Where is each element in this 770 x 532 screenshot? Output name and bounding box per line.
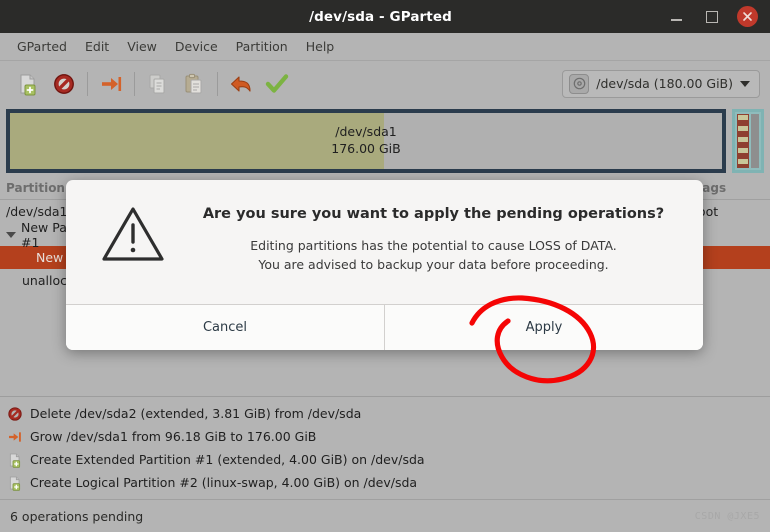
cancel-button[interactable]: Cancel	[66, 305, 384, 350]
apply-button[interactable]	[259, 67, 295, 101]
apply-confirmation-dialog: Are you sure you want to apply the pendi…	[66, 180, 703, 350]
minimize-icon	[670, 19, 682, 21]
device-selector[interactable]: /dev/sda (180.00 GiB)	[562, 69, 760, 98]
chevron-down-icon	[740, 80, 750, 87]
toolbar-separator-3	[217, 71, 218, 96]
operation-text: Create Logical Partition #2 (linux-swap,…	[30, 475, 418, 490]
toolbar-separator-1	[87, 71, 88, 96]
menu-view[interactable]: View	[118, 36, 166, 57]
dialog-message-line-1: Editing partitions has the potential to …	[250, 238, 617, 253]
copy-icon	[149, 74, 165, 93]
operation-text: Grow /dev/sda1 from 96.18 GiB to 176.00 …	[30, 429, 317, 444]
dialog-message-line-2: You are advised to backup your data befo…	[258, 257, 609, 273]
device-selector-label: /dev/sda (180.00 GiB)	[596, 76, 733, 91]
maximize-icon	[706, 10, 718, 23]
menu-help[interactable]: Help	[297, 36, 344, 57]
pending-operations-list: Delete /dev/sda2 (extended, 3.81 GiB) fr…	[0, 396, 770, 499]
watermark: CSDN @JXE5	[694, 510, 760, 522]
resize-move-button[interactable]	[93, 67, 129, 101]
dialog-text-block: Are you sure you want to apply the pendi…	[192, 204, 675, 294]
gparted-window: /dev/sda - GParted GParted Edit View Dev…	[0, 0, 770, 532]
toolbar-separator-2	[134, 71, 135, 96]
title-bar: /dev/sda - GParted	[0, 0, 770, 33]
close-button[interactable]	[737, 6, 758, 27]
list-item[interactable]: Grow /dev/sda1 from 96.18 GiB to 176.00 …	[0, 425, 770, 448]
chevron-down-icon[interactable]	[6, 231, 16, 238]
partition-graphic-swap	[737, 114, 749, 168]
status-text: 6 operations pending	[10, 508, 144, 524]
menu-partition[interactable]: Partition	[227, 36, 297, 57]
disk-graphic-area: /dev/sda1 176.00 GiB	[0, 106, 770, 176]
dialog-heading: Are you sure you want to apply the pendi…	[202, 206, 665, 222]
new-partition-button[interactable]	[10, 67, 46, 101]
list-item[interactable]: Create Extended Partition #1 (extended, …	[0, 448, 770, 471]
delete-partition-icon	[6, 405, 23, 422]
row-partition-label: /dev/sda1	[6, 204, 68, 219]
disk-icon	[569, 73, 590, 94]
new-partition-icon	[6, 451, 23, 468]
undo-icon	[230, 75, 251, 92]
close-icon	[743, 12, 752, 21]
delete-partition-icon	[54, 73, 74, 94]
apply-checkmark-icon	[265, 73, 289, 93]
operation-text: Delete /dev/sda2 (extended, 3.81 GiB) fr…	[30, 406, 362, 421]
menu-edit[interactable]: Edit	[76, 36, 118, 57]
paste-button[interactable]	[176, 67, 212, 101]
copy-button[interactable]	[140, 67, 176, 101]
undo-button[interactable]	[223, 67, 259, 101]
delete-partition-button[interactable]	[46, 67, 82, 101]
partition-used-fill	[10, 113, 384, 169]
partition-graphic-sda1[interactable]: /dev/sda1 176.00 GiB	[6, 109, 726, 173]
new-partition-icon	[20, 74, 36, 95]
status-bar: 6 operations pending CSDN @JXE5	[0, 499, 770, 532]
window-controls	[665, 6, 770, 28]
maximize-button[interactable]	[701, 6, 723, 28]
partition-free-fill	[383, 113, 722, 169]
list-item[interactable]: Create Logical Partition #2 (linux-swap,…	[0, 471, 770, 494]
paste-icon	[185, 73, 202, 93]
partition-graphic-extended[interactable]	[732, 109, 764, 173]
resize-move-icon	[6, 428, 23, 445]
menu-gparted[interactable]: GParted	[8, 36, 76, 57]
dialog-body: Are you sure you want to apply the pendi…	[66, 180, 703, 304]
menu-bar: GParted Edit View Device Partition Help	[0, 33, 770, 61]
dialog-footer: Cancel Apply	[66, 304, 703, 350]
new-partition-icon	[6, 474, 23, 491]
resize-move-icon	[102, 76, 122, 91]
menu-device[interactable]: Device	[166, 36, 227, 57]
warning-triangle-icon	[100, 204, 166, 294]
list-item[interactable]: Delete /dev/sda2 (extended, 3.81 GiB) fr…	[0, 402, 770, 425]
minimize-button[interactable]	[665, 6, 687, 28]
window-title: /dev/sda - GParted	[309, 8, 452, 25]
toolbar: /dev/sda (180.00 GiB)	[0, 61, 770, 106]
apply-dialog-button[interactable]: Apply	[384, 305, 703, 350]
partition-graphic-unallocated	[751, 114, 759, 168]
operation-text: Create Extended Partition #1 (extended, …	[30, 452, 425, 467]
